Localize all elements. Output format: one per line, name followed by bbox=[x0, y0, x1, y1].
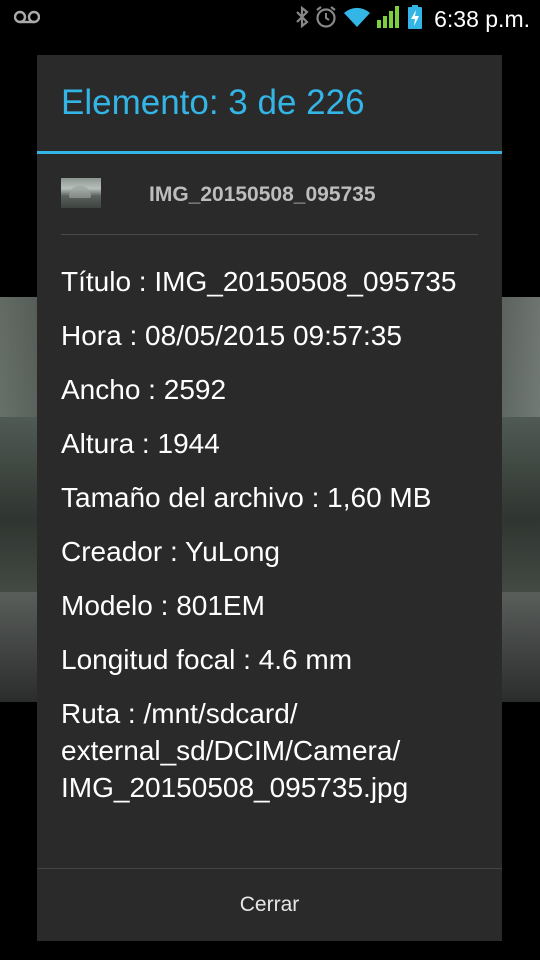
details-dialog: Elemento: 3 de 226 IMG_20150508_095735 T… bbox=[37, 55, 502, 941]
detail-creator: Creador : YuLong bbox=[61, 536, 281, 567]
detail-model: Modelo : 801EM bbox=[61, 590, 265, 621]
file-name: IMG_20150508_095735 bbox=[149, 183, 376, 206]
detail-time: Hora : 08/05/2015 09:57:35 bbox=[61, 320, 402, 351]
details-list: Título : IMG_20150508_095735 Hora : 08/0… bbox=[61, 263, 486, 823]
file-header: IMG_20150508_095735 bbox=[61, 177, 478, 213]
detail-focal-length: Longitud focal : 4.6 mm bbox=[61, 644, 353, 675]
detail-path: Ruta : /mnt/sdcard/ external_sd/DCIM/Cam… bbox=[61, 698, 409, 803]
dialog-title: Elemento: 3 de 226 bbox=[61, 83, 365, 122]
image-thumbnail bbox=[61, 178, 101, 208]
divider bbox=[61, 234, 478, 235]
detail-title: Título : IMG_20150508_095735 bbox=[61, 266, 457, 297]
detail-height: Altura : 1944 bbox=[61, 428, 220, 459]
status-time: 6:38 p.m. bbox=[434, 5, 530, 32]
wifi-icon bbox=[343, 6, 371, 32]
close-button[interactable]: Cerrar bbox=[37, 869, 502, 941]
battery-charging-icon bbox=[407, 5, 423, 33]
title-divider bbox=[37, 151, 502, 154]
voicemail-icon bbox=[13, 9, 41, 28]
alarm-icon bbox=[314, 5, 338, 33]
detail-file-size: Tamaño del archivo : 1,60 MB bbox=[61, 482, 432, 513]
status-bar: 6:38 p.m. bbox=[0, 0, 540, 38]
bluetooth-icon bbox=[295, 5, 309, 33]
signal-icon bbox=[376, 5, 402, 33]
detail-width: Ancho : 2592 bbox=[61, 374, 227, 405]
